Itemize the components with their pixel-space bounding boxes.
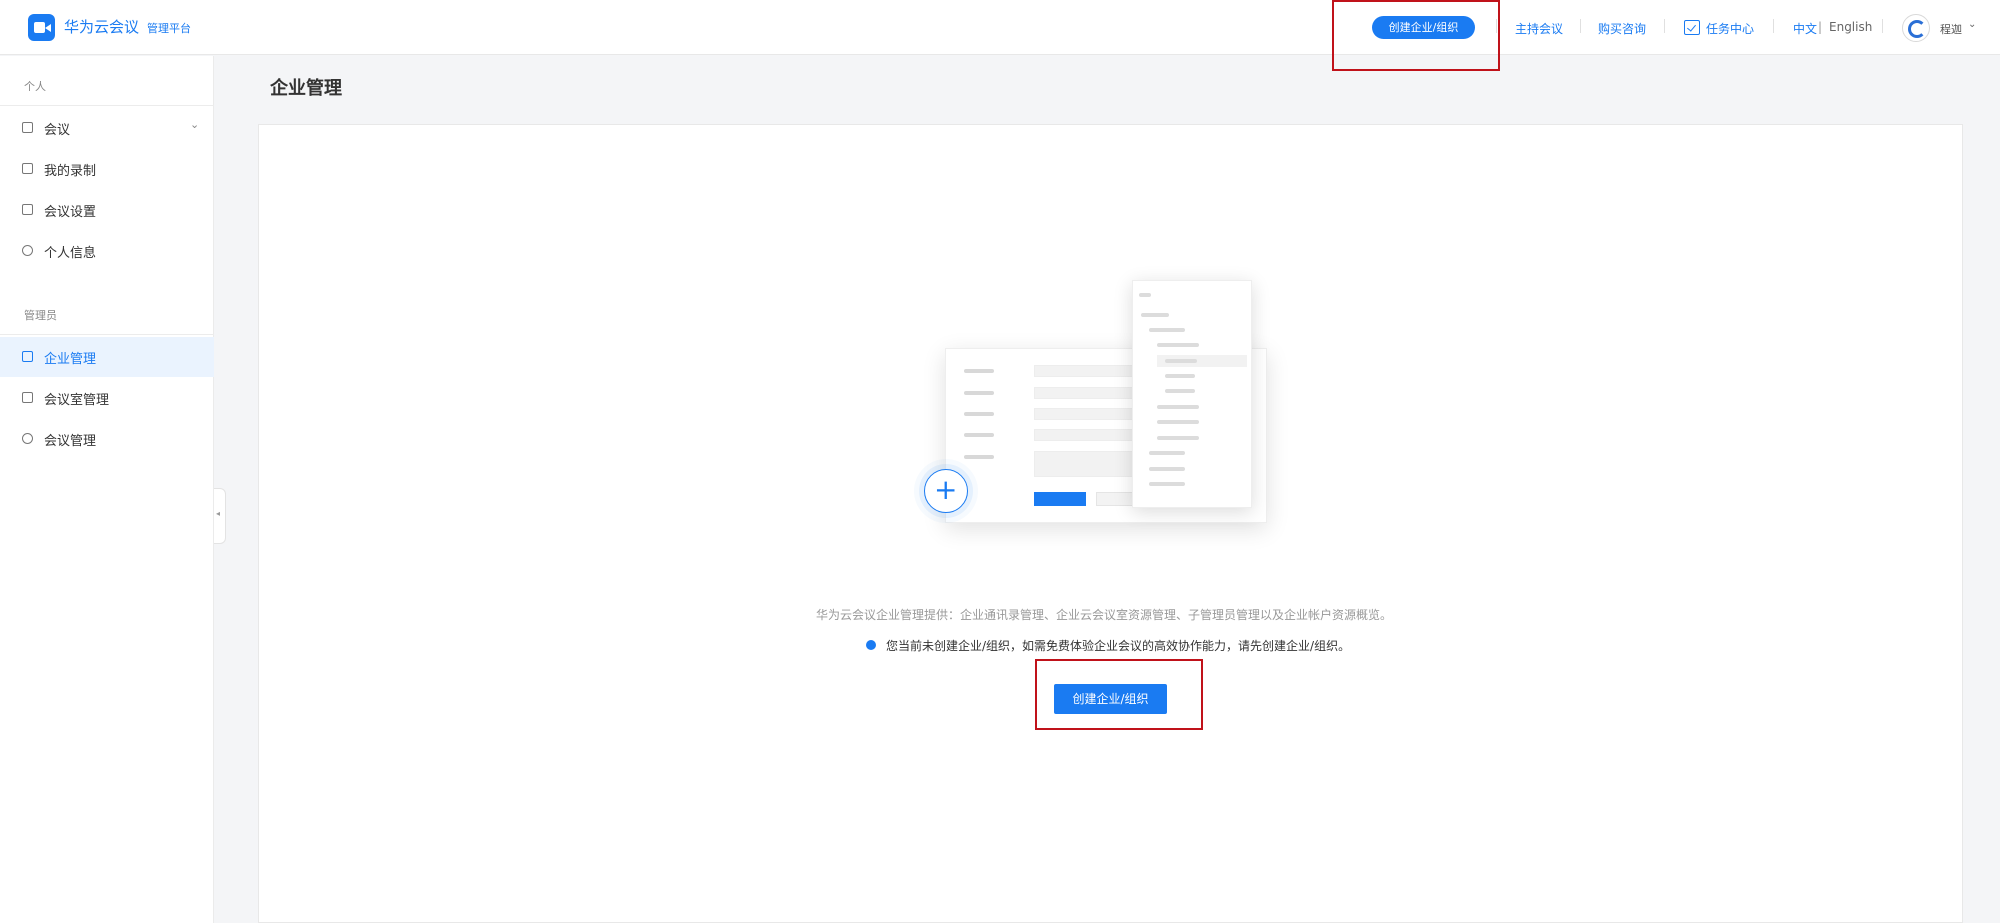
page-title: 企业管理 xyxy=(270,78,342,99)
user-name[interactable]: 程迦 xyxy=(1940,21,1962,37)
top-header: 华为云会议 管理平台 创建企业/组织 主持会议 购买咨询 任务中心 中文 | E… xyxy=(0,0,2000,71)
divider xyxy=(0,105,214,106)
illustration-tree-card xyxy=(1132,280,1252,508)
sidebar-item-meeting-room[interactable]: 会议室管理 xyxy=(0,378,214,418)
sidebar-collapse-handle[interactable]: ◂ xyxy=(214,488,226,544)
sidebar-item-label: 个人信息 xyxy=(44,246,97,261)
globe-icon xyxy=(22,433,33,444)
user-icon xyxy=(22,245,33,256)
lang-zh-link[interactable]: 中文 xyxy=(1793,20,1817,37)
feature-description: 华为云会议企业管理提供：企业通讯录管理、企业云会议室资源管理、子管理员管理以及企… xyxy=(816,608,1393,622)
chevron-down-icon[interactable]: ⌄ xyxy=(190,118,199,131)
enterprise-icon xyxy=(22,351,33,362)
sidebar-item-meeting-management[interactable]: 会议管理 xyxy=(0,419,214,459)
collapse-icon: ◂ xyxy=(216,509,221,518)
sidebar-item-personal-info[interactable]: 个人信息 xyxy=(0,231,214,271)
info-icon xyxy=(866,640,876,650)
meeting-room-icon xyxy=(22,392,33,403)
sidebar-item-label: 我的录制 xyxy=(44,164,97,179)
highlight-box-header xyxy=(1332,0,1500,71)
lang-en-link[interactable]: English xyxy=(1829,20,1872,34)
task-center-icon[interactable] xyxy=(1684,20,1700,35)
meeting-icon xyxy=(22,122,33,133)
section-title-admin: 管理员 xyxy=(24,309,57,322)
recording-icon xyxy=(22,163,33,174)
app-logo-icon[interactable] xyxy=(28,14,55,41)
sidebar-item-label: 会议设置 xyxy=(44,205,97,220)
divider xyxy=(1773,19,1774,33)
user-avatar[interactable] xyxy=(1902,14,1930,42)
no-org-notice: 您当前未创建企业/组织，如需免费体验企业会议的高效协作能力，请先创建企业/组织。 xyxy=(886,639,1351,653)
purchase-consult-link[interactable]: 购买咨询 xyxy=(1598,20,1646,37)
sidebar-item-meeting[interactable]: 会议 ⌄ xyxy=(0,108,214,148)
sidebar-item-label: 会议 xyxy=(44,123,71,138)
content-card xyxy=(258,124,1963,923)
divider xyxy=(1496,19,1497,33)
section-title-personal: 个人 xyxy=(24,80,46,93)
plus-icon: + xyxy=(924,469,968,513)
sidebar-item-enterprise[interactable]: 企业管理 xyxy=(0,337,214,377)
sidebar-item-meeting-settings[interactable]: 会议设置 xyxy=(0,190,214,230)
sidebar-item-label: 会议管理 xyxy=(44,434,97,449)
highlight-box-main xyxy=(1035,659,1203,730)
calendar-settings-icon xyxy=(22,204,33,215)
divider xyxy=(0,334,214,335)
sidebar-item-label: 企业管理 xyxy=(44,352,97,367)
host-meeting-link[interactable]: 主持会议 xyxy=(1515,20,1563,37)
sidebar-item-label: 会议室管理 xyxy=(44,393,110,408)
divider xyxy=(1882,19,1883,33)
divider xyxy=(1580,19,1581,33)
app-subtitle: 管理平台 xyxy=(147,22,191,35)
divider xyxy=(1664,19,1665,33)
chevron-down-icon[interactable]: ⌄ xyxy=(1968,19,1976,30)
task-center-link[interactable]: 任务中心 xyxy=(1706,20,1754,37)
sidebar: 个人 会议 ⌄ 我的录制 会议设置 个人信息 管理员 企业管理 会议室管理 会议… xyxy=(0,56,214,923)
app-name[interactable]: 华为云会议 xyxy=(64,16,139,37)
sidebar-item-recording[interactable]: 我的录制 xyxy=(0,149,214,189)
lang-separator: | xyxy=(1818,20,1823,34)
